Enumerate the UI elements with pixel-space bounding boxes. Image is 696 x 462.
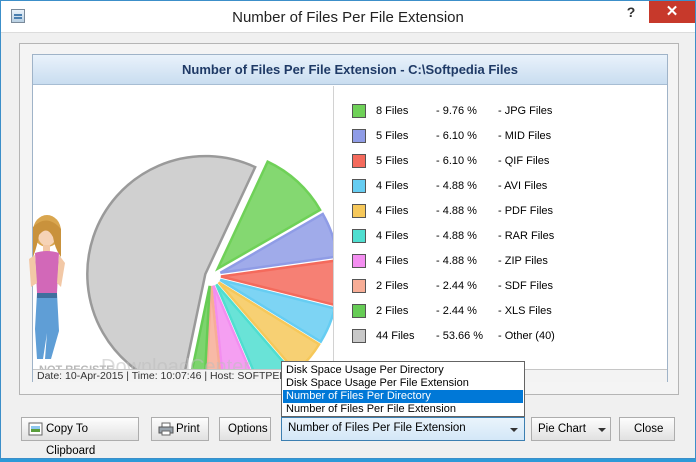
report-type-dropdown-list: Disk Space Usage Per Directory Disk Spac… [281,361,525,417]
main-window: Number of Files Per File Extension ? ✕ N… [0,0,696,459]
title-bar: Number of Files Per File Extension ? ✕ [1,1,695,33]
legend-percent: - 4.88 % [436,205,477,217]
legend-swatch [352,279,366,293]
legend-row: 44 Files - 53.66 % - Other (40) [352,327,652,345]
chart-title: Number of Files Per File Extension - C:\… [33,55,667,85]
chart-legend: 8 Files - 9.76 % - JPG Files 5 Files - 6.10 … [333,86,667,369]
legend-swatch [352,329,366,343]
legend-extension: - XLS Files [498,305,552,317]
copy-to-clipboard-button[interactable]: Copy To Clipboard [21,417,139,457]
legend-swatch [352,254,366,268]
dropdown-option-disk-space-per-directory[interactable]: Disk Space Usage Per Directory [283,364,523,377]
clipboard-icon [28,422,43,436]
mascot-girl-image [29,215,65,359]
legend-extension: - JPG Files [498,105,553,117]
legend-extension: - Other (40) [498,330,555,342]
legend-swatch [352,204,366,218]
pie-area: NOT REGISTE DownloadCenter [33,86,333,378]
chart-panel: Number of Files Per File Extension - C:\… [32,54,668,382]
legend-extension: - SDF Files [498,280,553,292]
legend-row: 4 Files - 4.88 % - ZIP Files [352,252,652,270]
legend-extension: - MID Files [498,130,552,142]
legend-count: 2 Files [376,280,409,292]
legend-count: 4 Files [376,205,409,217]
printer-icon [158,422,174,436]
legend-row: 4 Files - 4.88 % - RAR Files [352,227,652,245]
chart-type-select[interactable]: Pie Chart [531,417,611,441]
dropdown-option-disk-space-per-extension[interactable]: Disk Space Usage Per File Extension [283,377,523,390]
report-type-value: Number of Files Per File Extension [288,422,466,434]
legend-percent: - 4.88 % [436,180,477,192]
dropdown-option-files-per-extension[interactable]: Number of Files Per File Extension [283,403,523,416]
options-label: Options [228,423,268,435]
legend-swatch [352,104,366,118]
close-label: Close [634,423,664,435]
legend-count: 44 Files [376,330,415,342]
legend-percent: - 53.66 % [436,330,484,342]
legend-percent: - 6.10 % [436,130,477,142]
legend-row: 2 Files - 2.44 % - XLS Files [352,302,652,320]
legend-count: 5 Files [376,155,409,167]
legend-extension: - AVI Files [498,180,548,192]
legend-swatch [352,304,366,318]
help-button[interactable]: ? [615,1,647,23]
pie-chart [86,154,333,369]
legend-swatch [352,129,366,143]
legend-row: 5 Files - 6.10 % - MID Files [352,127,652,145]
window-title: Number of Files Per File Extension [232,9,464,26]
chevron-down-icon [598,428,606,432]
copy-to-clipboard-label: Copy To Clipboard [46,423,96,457]
legend-percent: - 6.10 % [436,155,477,167]
legend-count: 4 Files [376,180,409,192]
legend-percent: - 2.44 % [436,305,477,317]
legend-count: 8 Files [376,105,409,117]
report-type-select[interactable]: Number of Files Per File Extension [281,417,525,441]
legend-row: 2 Files - 2.44 % - SDF Files [352,277,652,295]
chevron-down-icon [510,428,518,432]
legend-percent: - 4.88 % [436,230,477,242]
chart-type-value: Pie Chart [538,423,586,435]
legend-swatch [352,179,366,193]
legend-extension: - RAR Files [498,230,555,242]
legend-extension: - ZIP Files [498,255,548,267]
options-button[interactable]: Options [219,417,271,441]
legend-count: 4 Files [376,230,409,242]
window-close-button[interactable]: ✕ [649,1,695,23]
legend-extension: - QIF Files [498,155,550,167]
legend-percent: - 2.44 % [436,280,477,292]
content-frame: Number of Files Per File Extension - C:\… [19,43,679,395]
legend-row: 8 Files - 9.76 % - JPG Files [352,102,652,120]
legend-count: 2 Files [376,305,409,317]
legend-swatch [352,229,366,243]
legend-count: 4 Files [376,255,409,267]
legend-extension: - PDF Files [498,205,553,217]
print-button[interactable]: Print [151,417,209,441]
legend-row: 4 Files - 4.88 % - AVI Files [352,177,652,195]
print-label: Print [176,423,200,435]
dropdown-option-files-per-directory[interactable]: Number of Files Per Directory [283,390,523,403]
legend-row: 4 Files - 4.88 % - PDF Files [352,202,652,220]
legend-percent: - 9.76 % [436,105,477,117]
legend-swatch [352,154,366,168]
legend-count: 5 Files [376,130,409,142]
close-button[interactable]: Close [619,417,675,441]
legend-row: 5 Files - 6.10 % - QIF Files [352,152,652,170]
legend-percent: - 4.88 % [436,255,477,267]
